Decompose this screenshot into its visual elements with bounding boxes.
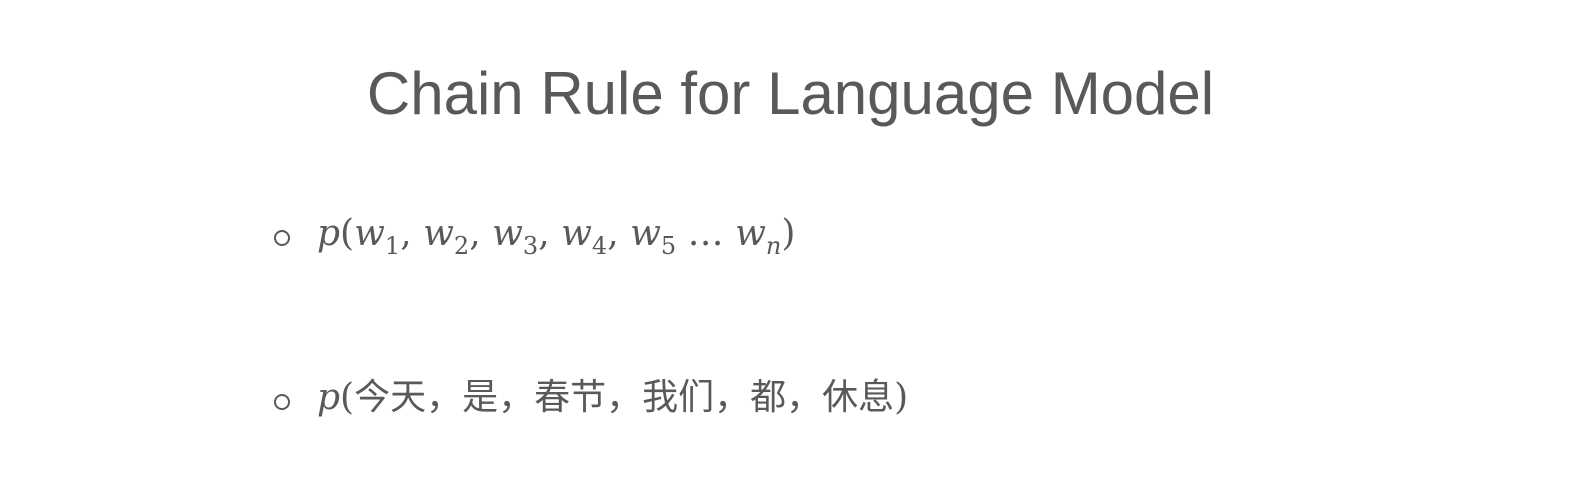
term-separator: , bbox=[469, 213, 493, 254]
term-separator: , bbox=[538, 213, 562, 254]
term-subscript: 5 bbox=[660, 232, 677, 260]
probability-symbol: p bbox=[317, 377, 341, 418]
term-subscript: 3 bbox=[522, 232, 539, 260]
term-variable: w bbox=[561, 213, 592, 254]
open-paren: ( bbox=[340, 377, 355, 418]
formula-chinese-example: p(今天，是，春节，我们，都，休息) bbox=[317, 374, 908, 422]
probability-symbol: p bbox=[317, 213, 341, 254]
term-separator: … bbox=[676, 213, 736, 254]
term-subscript: 2 bbox=[453, 232, 470, 260]
bullet-joint-probability-symbols: p(w1, w2, w3, w4, w5 … wn) bbox=[274, 206, 795, 262]
bullet-joint-probability-example: p(今天，是，春节，我们，都，休息) bbox=[274, 370, 908, 426]
term-variable: w bbox=[735, 213, 766, 254]
term-variable: w bbox=[492, 213, 523, 254]
term-subscript: n bbox=[765, 232, 782, 260]
term-subscript: 4 bbox=[591, 232, 608, 260]
term-separator: , bbox=[607, 213, 631, 254]
open-paren: ( bbox=[340, 213, 355, 254]
formula-joint-probability: p(w1, w2, w3, w4, w5 … wn) bbox=[317, 210, 795, 258]
chinese-word-sequence: 今天，是，春节，我们，都，休息 bbox=[354, 377, 895, 418]
term-separator: , bbox=[400, 213, 424, 254]
term-variable: w bbox=[354, 213, 385, 254]
term-variable: w bbox=[423, 213, 454, 254]
close-paren: ) bbox=[894, 377, 909, 418]
close-paren: ) bbox=[781, 213, 796, 254]
hollow-circle-bullet-icon bbox=[274, 230, 290, 246]
term-variable: w bbox=[630, 213, 661, 254]
slide-title: Chain Rule for Language Model bbox=[366, 60, 1215, 127]
term-subscript: 1 bbox=[384, 232, 401, 260]
hollow-circle-bullet-icon bbox=[274, 394, 290, 410]
